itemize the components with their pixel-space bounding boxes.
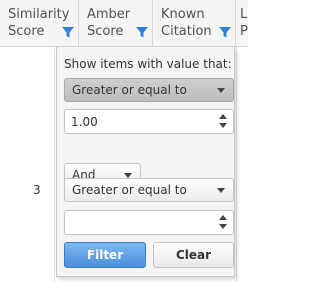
column-header-known-citation[interactable]: Known Citation (153, 0, 236, 46)
filter-icon[interactable] (135, 25, 149, 39)
chevron-down-icon (217, 188, 225, 193)
spinner-icon[interactable] (219, 114, 227, 129)
column-header-label: L P (240, 7, 248, 39)
value1-input[interactable]: 1.00 (64, 109, 234, 134)
filter-icon[interactable] (218, 25, 232, 39)
condition2-label: Greater or equal to (72, 183, 187, 197)
clear-button[interactable]: Clear (153, 242, 234, 268)
table-cell: 3 (33, 183, 41, 197)
condition1-select[interactable]: Greater or equal to (64, 78, 234, 102)
condition2-select[interactable]: Greater or equal to (64, 178, 234, 202)
condition1-label: Greater or equal to (72, 83, 187, 97)
grid-header: Similarity Score Amber Score Known Citat… (0, 0, 248, 47)
column-header-similarity-score[interactable]: Similarity Score (0, 0, 79, 46)
column-header-partial[interactable]: L P (236, 0, 248, 46)
value1-text: 1.00 (71, 115, 98, 129)
filter-icon[interactable] (61, 25, 75, 39)
spinner-icon[interactable] (219, 215, 227, 230)
value2-input[interactable] (64, 210, 234, 235)
chevron-down-icon (217, 88, 225, 93)
column-divider (236, 47, 237, 282)
column-header-label: Known Citation (161, 7, 212, 39)
column-header-amber-score[interactable]: Amber Score (79, 0, 153, 46)
table-column-body: 3 (0, 47, 55, 282)
filter-popup-title: Show items with value that: (64, 57, 232, 71)
filter-popup: Show items with value that: Greater or e… (56, 47, 235, 277)
filter-button[interactable]: Filter (64, 242, 146, 268)
column-header-label: Amber Score (87, 7, 131, 39)
